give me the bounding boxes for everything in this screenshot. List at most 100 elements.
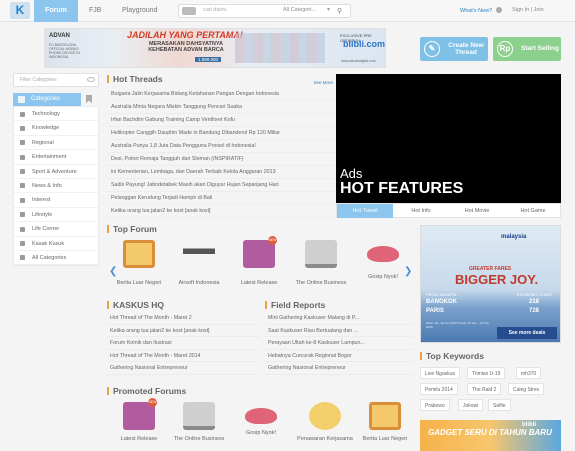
keyword-tag[interactable]: Caleg Stres [508,383,545,395]
keyword-tag[interactable]: Pemilu 2014 [420,383,458,395]
chevron-right-icon[interactable]: ❯ [404,266,412,277]
keyword-tag[interactable]: Trimias U-19 [467,367,506,379]
thread-item[interactable]: Pelanggan Kerudung Terjadi Hampir di Bal… [107,192,335,205]
field-report-item[interactable]: Hebatnya Curcurak Regional Bogor [265,350,413,362]
blibli-logo: blibli.com [343,39,386,49]
thread-item[interactable]: Sadis Payung! Jabodetabek Masih akan Dig… [107,179,335,192]
sidebar-item-knowledge[interactable]: Knowledge [14,121,98,136]
eye-icon[interactable] [87,77,95,82]
tab-hot-movie[interactable]: Hot Movie [449,204,505,218]
category-sidebar: Filter Categories Categories Technology … [13,73,99,267]
promoted-item[interactable]: Berita Luar Negeri [353,402,417,442]
kaskus-hq-item[interactable]: Hot Thread of The Month - Maret 2 [107,312,260,325]
tab-hot-travel[interactable]: Hot Travel [337,204,393,218]
route-price: 218 [529,299,540,305]
keyword-tag[interactable]: mh370 [516,367,542,379]
tab-fjb[interactable]: FJB [79,0,111,22]
thread-item[interactable]: ini Kementerian, Lembaga, dan Daerah Ter… [107,166,335,179]
hot-features-title: HOT FEATURES [340,180,464,197]
keyword-tag[interactable]: Prabowo [420,399,450,411]
advan-banner-ad[interactable]: ADVAN FC BARCELONA OFFICIAL MOBILE PHONE… [44,28,386,68]
top-forum-title: Top Forum [107,222,413,236]
promoted-item[interactable]: Penawaran Kerjasama [293,402,357,442]
thread-item[interactable]: Helikopter Canggih Dauphin Made in Bandu… [107,127,335,140]
ad-headline: BIGGER JOY. [455,272,539,287]
kaskus-hq-item[interactable]: Forum Komik dan Ilustrasi [107,337,260,350]
sidebar-item-life-corner[interactable]: Life Corner [14,222,98,237]
hot-threads-list: Bulgaria Jalin Kerjasama Bidang Ketahana… [107,88,335,218]
create-new-thread-button[interactable]: ✎ Create New Thread [420,37,488,61]
keyword-tag[interactable]: Live Ngaskus [420,367,461,379]
field-report-item[interactable]: Perayaan Ultah ke-8 Kaskuser Lampun... [265,337,413,350]
thread-item[interactable]: Australia Punya 1,8 Juta Data Pengguna P… [107,140,335,153]
life-corner-icon [20,226,25,232]
keyword-tag[interactable]: Selfie [488,399,511,411]
laptop-icon [183,402,215,430]
new-badge: NEW [268,236,277,245]
ads-label: Ads [340,166,363,181]
thread-item[interactable]: Desi, Potret Remaja Tangguh dari Sleman … [107,153,335,166]
kaskus-hq-title: KASKUS HQ [107,298,260,312]
tab-hot-game[interactable]: Hot Game [505,204,561,218]
thread-item[interactable]: Bulgaria Jalin Kerjasama Bidang Ketahana… [107,88,335,101]
kaskus-logo[interactable]: K [10,2,30,19]
route-city: PARIS [426,308,444,314]
thread-item[interactable]: Australia Minta Negara Miskin Tanggung P… [107,101,335,114]
field-report-item[interactable]: Gathering Nasional Entrepreneur [265,362,413,375]
sidebar-item-interest[interactable]: Interest [14,193,98,208]
blibli-logo: blibli [522,422,536,428]
tv-icon [369,402,401,430]
sign-in-link[interactable]: Sign In | Join [512,7,544,13]
kaskus-hq-item[interactable]: Hot Thread of The Month - Maret 2014 [107,350,260,362]
tab-hot-info[interactable]: Hot Info [393,204,449,218]
search-category-select[interactable]: All Categori... [283,7,316,13]
advan-logo: ADVAN [49,33,70,39]
filter-categories-input[interactable]: Filter Categories [13,73,99,87]
sidebar-item-all-categories[interactable]: All Categories [14,251,98,266]
see-more-deals-button[interactable]: See more deals [497,327,557,339]
malaysia-airlines-ad[interactable]: malaysia GREATER FARES BIGGER JOY. FROM … [420,225,561,343]
keyword-tag[interactable]: Jokowi [458,399,484,411]
promoted-item[interactable]: The Online Business [167,402,231,442]
regional-icon [20,140,25,146]
sidebar-item-entertainment[interactable]: Entertainment [14,150,98,165]
search-input[interactable]: cari disini [203,7,226,13]
field-reports-section: Field Reports Mini Gathering Kaskuser Ma… [265,298,413,375]
sidebar-item-lifestyle[interactable]: Lifestyle [14,208,98,223]
blibli-gadget-ad[interactable]: GADGET SERU DI TAHUN BARU blibli [420,420,561,451]
kaskus-hq-item[interactable]: Gathering Nasional Entrepreneur [107,362,260,375]
search-icon[interactable]: ⚲ [337,7,342,15]
sidebar-item-sport[interactable]: Sport & Adventure [14,165,98,179]
forum-item[interactable]: Berita Luar Negeri [107,240,171,286]
promoted-item[interactable]: Gosip Nyok! [229,402,293,436]
sidebar-item-categories[interactable]: Categories [13,93,81,106]
start-selling-button[interactable]: Rp Start Selling [493,37,561,61]
sidebar-item-technology[interactable]: Technology [14,107,98,122]
keyword-tag[interactable]: The Raid 2 [467,383,502,395]
tab-playground[interactable]: Playground [112,0,167,22]
technology-icon [20,111,25,117]
thread-item[interactable]: Irfan Bachdim Gabung Training Camp Ventf… [107,114,335,127]
field-reports-title: Field Reports [265,298,413,312]
forum-item[interactable]: NEW Latest Release [227,236,291,286]
thread-item[interactable]: Ketika orang tua jalan2 ke kost [anak ko… [107,205,335,218]
whats-new-link[interactable]: What's New? [460,8,492,14]
lips-icon [245,408,277,424]
tab-forum[interactable]: Forum [34,0,78,22]
field-report-item[interactable]: Saat Kaskuser Riau Bertualang dan ... [265,325,413,337]
sidebar-item-news[interactable]: News & Info [14,179,98,194]
field-report-item[interactable]: Mini Gathering Kaskuser Malang di P... [265,312,413,325]
kasak-kusuk-icon [20,241,25,247]
forum-item[interactable]: The Online Business [289,240,353,286]
see-more-link[interactable]: See More [313,76,333,90]
hot-features-ad[interactable]: Ads HOT FEATURES [336,74,561,203]
entertainment-icon [20,154,25,160]
forum-item[interactable]: Airsoft Indonesia [167,240,231,286]
bookmark-icon[interactable] [86,95,92,103]
banner-subtitle: MERASAKAN DAHSYATNYA KEHEBATAN ADVAN BAR… [148,41,224,53]
kaskus-hq-item[interactable]: Ketika orang tua jalan2 ke kost [anak ko… [107,325,260,337]
promoted-item[interactable]: NEW Latest Release [107,398,171,442]
category-list: Technology Knowledge Regional Entertainm… [13,106,99,267]
sidebar-item-regional[interactable]: Regional [14,136,98,151]
sidebar-item-kasak-kusuk[interactable]: Kasak Kusuk [14,237,98,251]
